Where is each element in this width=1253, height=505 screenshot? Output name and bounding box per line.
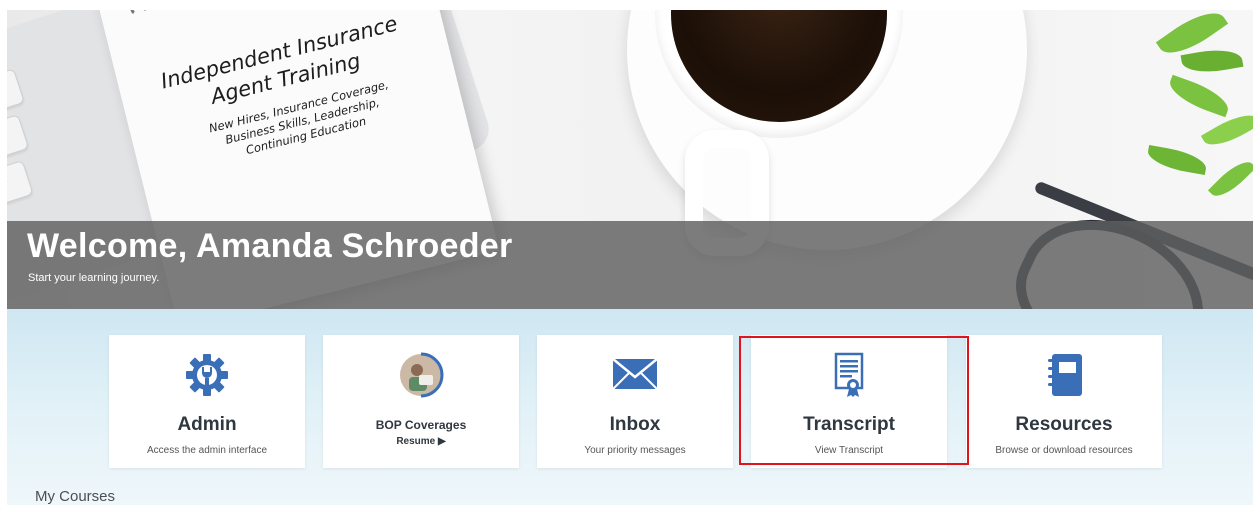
- bop-coverages-tile[interactable]: BOP Coverages Resume ▶: [323, 335, 519, 468]
- transcript-title: Transcript: [803, 414, 895, 435]
- welcome-subtitle: Start your learning journey.: [28, 272, 160, 284]
- resources-tile[interactable]: Resources Browse or download resources: [966, 335, 1162, 468]
- envelope-icon: [537, 351, 733, 395]
- keyboard-key: I: [7, 68, 25, 114]
- resume-button[interactable]: Resume ▶: [323, 436, 519, 447]
- admin-tile[interactable]: Admin Access the admin interface: [109, 335, 305, 468]
- resources-title: Resources: [1015, 414, 1113, 435]
- course-thumbnail: [323, 351, 519, 398]
- resources-description: Browse or download resources: [995, 445, 1133, 456]
- bop-coverages-title: BOP Coverages: [375, 418, 467, 432]
- gear-wrench-icon: [109, 351, 305, 396]
- inbox-title: Inbox: [609, 414, 661, 435]
- transcript-tile[interactable]: Transcript View Transcript: [751, 335, 947, 468]
- my-courses-heading: My Courses: [35, 488, 116, 505]
- admin-title: Admin: [177, 414, 237, 435]
- notebook-icon: [966, 351, 1162, 396]
- transcript-description: View Transcript: [814, 445, 884, 456]
- welcome-heading: Welcome, Amanda Schroeder: [27, 227, 513, 265]
- keyboard-key: N: [7, 159, 34, 206]
- keyboard-key: J: [7, 114, 30, 160]
- certificate-icon: [751, 351, 947, 397]
- admin-description: Access the admin interface: [146, 445, 268, 456]
- inbox-tile[interactable]: Inbox Your priority messages: [537, 335, 733, 468]
- inbox-description: Your priority messages: [584, 445, 686, 456]
